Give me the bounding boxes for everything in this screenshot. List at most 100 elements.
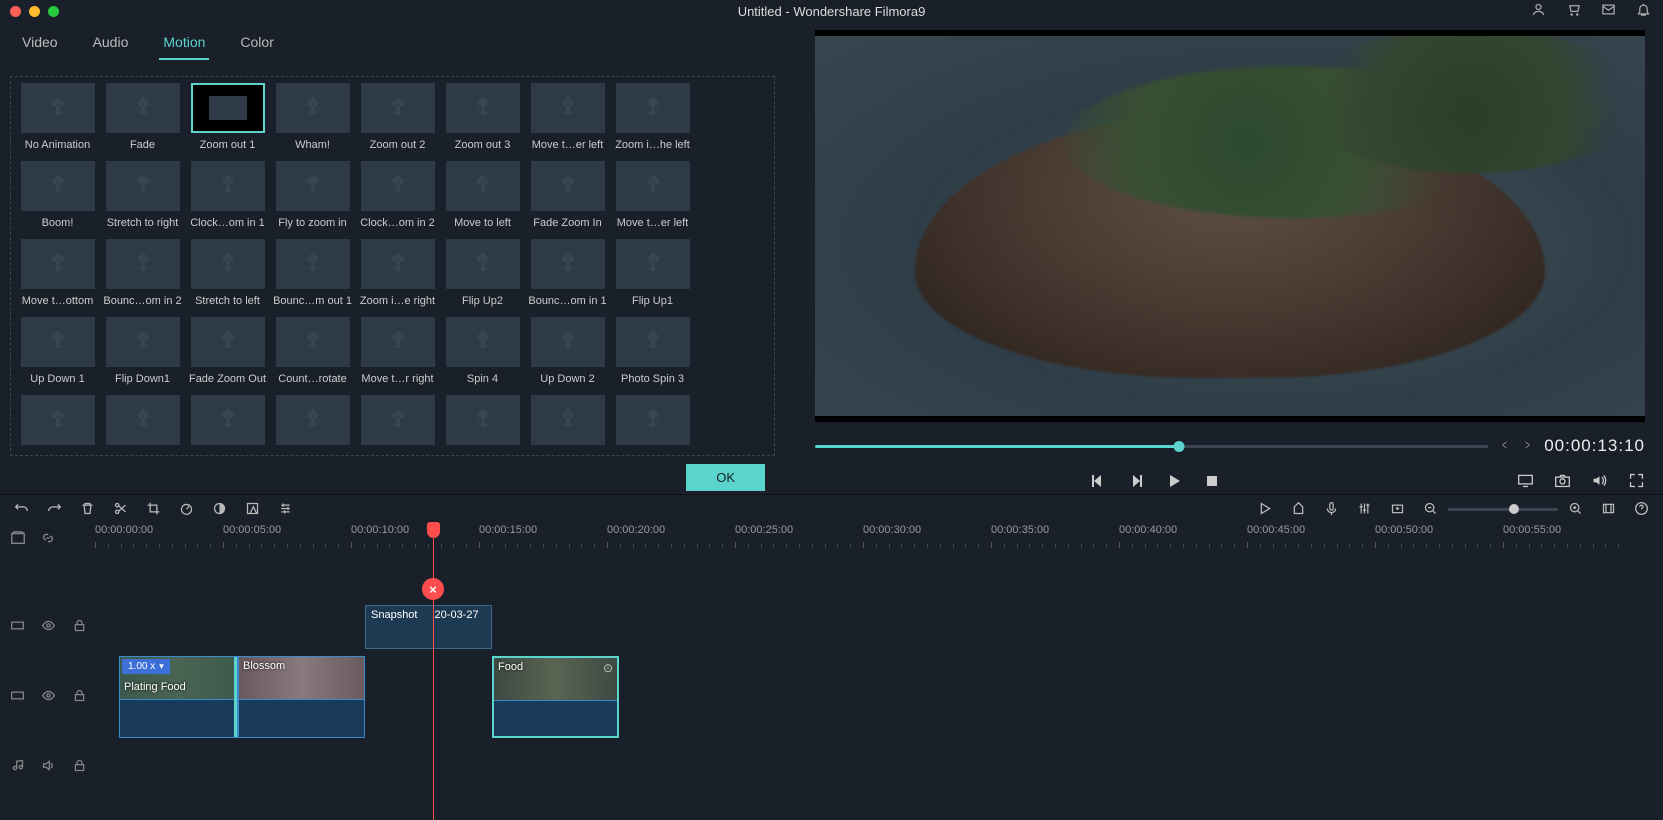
mixer-icon[interactable]	[1357, 501, 1372, 519]
undo-icon[interactable]	[14, 501, 29, 519]
track-visibility-icon[interactable]	[41, 688, 56, 706]
export-icon[interactable]	[1390, 501, 1405, 519]
tab-audio[interactable]: Audio	[93, 34, 129, 60]
track-main-video[interactable]: 1.00 x Plating Food Blossom Food ⊙	[0, 662, 1663, 732]
cart-icon[interactable]	[1566, 2, 1581, 20]
motion-effect-item[interactable]: Fade Zoom Out	[185, 317, 270, 385]
track-audio[interactable]	[0, 732, 1663, 802]
notifications-icon[interactable]	[1636, 2, 1651, 20]
motion-effect-item[interactable]: Up Down 2	[525, 317, 610, 385]
motion-effect-item[interactable]: Clock…om in 1	[185, 161, 270, 229]
motion-grid[interactable]: No AnimationFadeZoom out 1Wham!Zoom out …	[10, 76, 775, 456]
motion-effect-item[interactable]	[15, 395, 100, 451]
delete-icon[interactable]	[80, 501, 95, 519]
motion-effect-item[interactable]	[270, 395, 355, 451]
motion-effect-item[interactable]: Up Down 1	[15, 317, 100, 385]
motion-effect-item[interactable]: Move t…r right	[355, 317, 440, 385]
preview-scrubber[interactable]	[815, 445, 1488, 448]
timeline-ruler[interactable]: 00:00:00:0000:00:05:0000:00:10:0000:00:1…	[95, 524, 1663, 552]
motion-effect-item[interactable]: Fly to zoom in	[270, 161, 355, 229]
track-lock-icon[interactable]	[72, 758, 87, 776]
motion-effect-item[interactable]: Flip Up2	[440, 239, 525, 307]
green-screen-icon[interactable]	[245, 501, 260, 519]
speed-icon[interactable]	[179, 501, 194, 519]
motion-effect-item[interactable]: Zoom out 2	[355, 83, 440, 151]
motion-effect-item[interactable]: Move t…er left	[610, 161, 695, 229]
motion-effect-item[interactable]: Spin 4	[440, 317, 525, 385]
track-mute-icon[interactable]	[41, 758, 56, 776]
motion-effect-item[interactable]: Move t…ottom	[15, 239, 100, 307]
motion-effect-item[interactable]: Zoom i…e right	[355, 239, 440, 307]
media-bin-icon[interactable]	[10, 530, 26, 549]
adjust-icon[interactable]	[278, 501, 293, 519]
window-zoom[interactable]	[48, 6, 59, 17]
motion-effect-item[interactable]: Clock…om in 2	[355, 161, 440, 229]
motion-effect-item[interactable]: No Animation	[15, 83, 100, 151]
motion-effect-item[interactable]: Count…rotate	[270, 317, 355, 385]
redo-icon[interactable]	[47, 501, 62, 519]
ok-button[interactable]: OK	[686, 464, 765, 491]
clip-snapshot[interactable]: Snapshot 20-03-27	[365, 605, 492, 649]
clip-plating-food[interactable]: 1.00 x Plating Food	[119, 656, 238, 738]
zoom-slider[interactable]	[1448, 508, 1558, 511]
motion-effect-item[interactable]: Zoom out 3	[440, 83, 525, 151]
clip-settings-icon[interactable]: ⊙	[603, 661, 613, 675]
motion-effect-item[interactable]	[100, 395, 185, 451]
motion-effect-item[interactable]: Bounc…om in 1	[525, 239, 610, 307]
account-icon[interactable]	[1531, 2, 1546, 20]
fullscreen-icon[interactable]	[1628, 472, 1645, 492]
track-overlay[interactable]: Snapshot 20-03-27	[0, 592, 1663, 662]
split-icon[interactable]	[113, 501, 128, 519]
timeline[interactable]: 00:00:00:0000:00:05:0000:00:10:0000:00:1…	[0, 524, 1663, 820]
clip-food[interactable]: Food ⊙	[492, 656, 619, 738]
stop-icon[interactable]	[1204, 473, 1220, 492]
render-icon[interactable]	[1258, 501, 1273, 519]
clip-blossom[interactable]: Blossom	[238, 656, 365, 738]
motion-effect-item[interactable]	[355, 395, 440, 451]
motion-effect-item[interactable]: Flip Down1	[100, 317, 185, 385]
link-icon[interactable]	[40, 530, 56, 549]
color-icon[interactable]	[212, 501, 227, 519]
motion-effect-item[interactable]: Fade Zoom In	[525, 161, 610, 229]
window-minimize[interactable]	[29, 6, 40, 17]
motion-effect-item[interactable]: Bounc…om in 2	[100, 239, 185, 307]
track-visibility-icon[interactable]	[41, 618, 56, 636]
motion-effect-item[interactable]: Bounc…m out 1	[270, 239, 355, 307]
motion-effect-item[interactable]: Fade	[100, 83, 185, 151]
window-close[interactable]	[10, 6, 21, 17]
motion-effect-item[interactable]: Photo Spin 3	[610, 317, 695, 385]
motion-effect-item[interactable]	[440, 395, 525, 451]
prev-keyframe-icon[interactable]	[1500, 439, 1510, 453]
motion-effect-item[interactable]	[610, 395, 695, 451]
tab-video[interactable]: Video	[22, 34, 58, 60]
zoom-out-icon[interactable]	[1423, 501, 1438, 519]
next-keyframe-icon[interactable]	[1522, 439, 1532, 453]
motion-effect-item[interactable]	[185, 395, 270, 451]
motion-effect-item[interactable]: Flip Up1	[610, 239, 695, 307]
play-icon[interactable]	[1166, 473, 1182, 492]
tab-motion[interactable]: Motion	[163, 34, 205, 60]
zoom-in-icon[interactable]	[1568, 501, 1583, 519]
marker-icon[interactable]	[1291, 501, 1306, 519]
help-icon[interactable]	[1634, 501, 1649, 519]
display-icon[interactable]	[1517, 472, 1534, 492]
motion-effect-item[interactable]: Zoom i…he left	[610, 83, 695, 151]
crop-icon[interactable]	[146, 501, 161, 519]
volume-icon[interactable]	[1591, 472, 1608, 492]
motion-effect-item[interactable]: Boom!	[15, 161, 100, 229]
motion-effect-item[interactable]: Stretch to left	[185, 239, 270, 307]
mail-icon[interactable]	[1601, 2, 1616, 20]
motion-effect-item[interactable]	[525, 395, 610, 451]
step-forward-icon[interactable]	[1128, 473, 1144, 492]
zoom-fit-icon[interactable]	[1601, 501, 1616, 519]
tab-color[interactable]: Color	[240, 34, 273, 60]
track-lock-icon[interactable]	[72, 618, 87, 636]
speed-badge[interactable]: 1.00 x	[122, 659, 170, 674]
snapshot-icon[interactable]	[1554, 472, 1571, 492]
motion-effect-item[interactable]: Stretch to right	[100, 161, 185, 229]
step-back-icon[interactable]	[1090, 473, 1106, 492]
preview-viewport[interactable]	[815, 30, 1645, 422]
motion-effect-item[interactable]: Zoom out 1	[185, 83, 270, 151]
delete-gap-icon[interactable]: ×	[422, 578, 444, 600]
playhead[interactable]: ×	[433, 524, 434, 820]
